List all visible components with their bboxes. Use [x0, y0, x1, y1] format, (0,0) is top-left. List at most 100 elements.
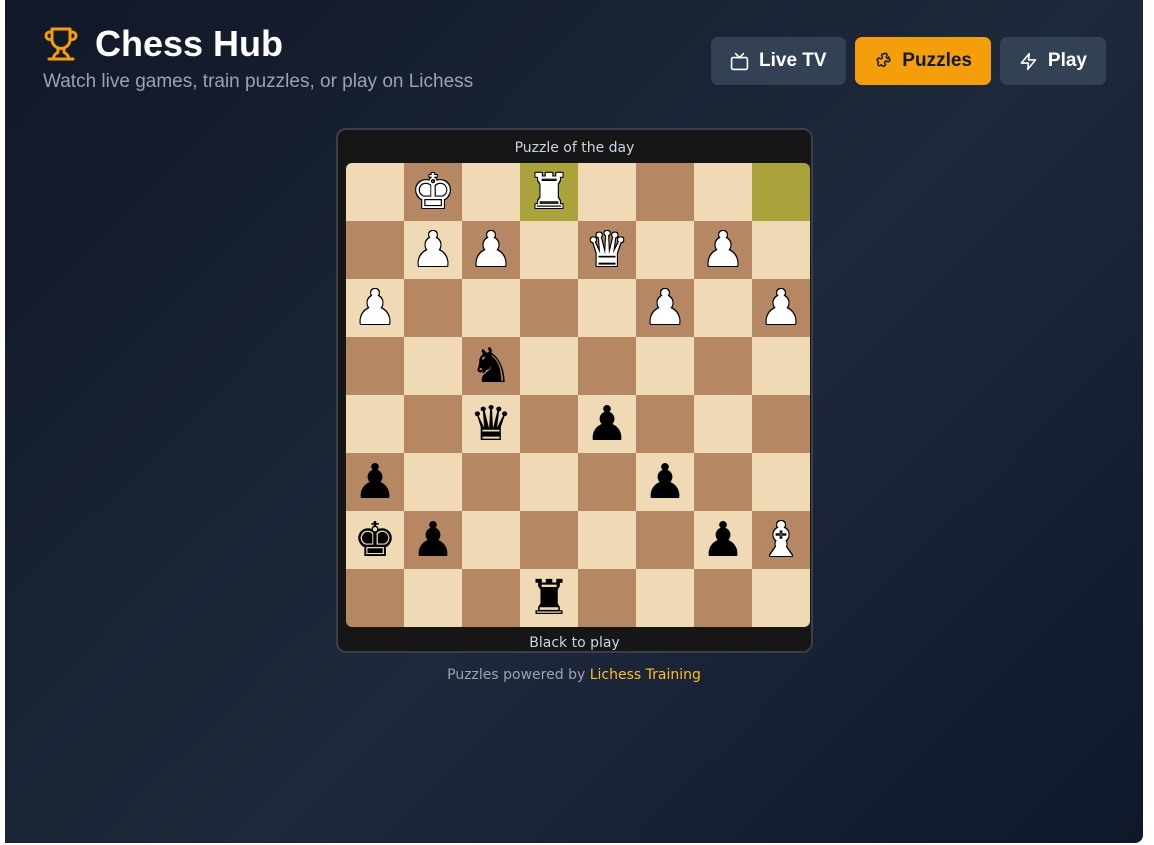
square-g1[interactable] [694, 569, 752, 627]
square-g3[interactable] [694, 453, 752, 511]
white-queen-icon[interactable]: ♛ [585, 221, 628, 279]
square-a3[interactable]: ♟ [346, 453, 404, 511]
square-f2[interactable] [636, 511, 694, 569]
square-h3[interactable] [752, 453, 810, 511]
square-c5[interactable]: ♞ [462, 337, 520, 395]
black-pawn-icon[interactable]: ♟ [585, 395, 628, 453]
black-pawn-icon[interactable]: ♟ [701, 511, 744, 569]
square-f7[interactable] [636, 221, 694, 279]
black-pawn-icon[interactable]: ♟ [411, 511, 454, 569]
square-b6[interactable] [404, 279, 462, 337]
live-tv-button[interactable]: Live TV [711, 37, 846, 85]
chess-board[interactable]: ♚ ♜ ♟ ♟ ♛ ♟ ♟ ♟ ♟ ♞ ♛ ♟ ♟ ♟ ♚ ♟ ♟ ♝ ♜ [346, 163, 810, 627]
play-button[interactable]: Play [1000, 37, 1106, 85]
square-h2[interactable]: ♝ [752, 511, 810, 569]
lichess-training-link[interactable]: Lichess Training [590, 667, 701, 683]
square-f1[interactable] [636, 569, 694, 627]
square-e4[interactable]: ♟ [578, 395, 636, 453]
square-c3[interactable] [462, 453, 520, 511]
page-subtitle: Watch live games, train puzzles, or play… [43, 71, 474, 92]
app-window: Chess Hub Watch live games, train puzzle… [5, 0, 1143, 843]
square-f5[interactable] [636, 337, 694, 395]
square-g5[interactable] [694, 337, 752, 395]
square-f8[interactable] [636, 163, 694, 221]
square-d7[interactable] [520, 221, 578, 279]
square-g8[interactable] [694, 163, 752, 221]
square-c4[interactable]: ♛ [462, 395, 520, 453]
black-king-icon[interactable]: ♚ [353, 511, 396, 569]
puzzle-icon [876, 51, 891, 67]
white-pawn-icon[interactable]: ♟ [643, 279, 686, 337]
square-d5[interactable] [520, 337, 578, 395]
square-a8[interactable] [346, 163, 404, 221]
square-c7[interactable]: ♟ [462, 221, 520, 279]
white-pawn-icon[interactable]: ♟ [701, 221, 744, 279]
square-a1[interactable] [346, 569, 404, 627]
square-d8[interactable]: ♜ [520, 163, 578, 221]
square-c1[interactable] [462, 569, 520, 627]
square-d3[interactable] [520, 453, 578, 511]
square-h5[interactable] [752, 337, 810, 395]
white-king-icon[interactable]: ♚ [411, 163, 454, 221]
square-h7[interactable] [752, 221, 810, 279]
square-e7[interactable]: ♛ [578, 221, 636, 279]
square-b3[interactable] [404, 453, 462, 511]
credit-prefix: Puzzles powered by [447, 667, 590, 683]
white-pawn-icon[interactable]: ♟ [759, 279, 802, 337]
square-a7[interactable] [346, 221, 404, 279]
square-b5[interactable] [404, 337, 462, 395]
white-bishop-icon[interactable]: ♝ [759, 511, 802, 569]
square-g2[interactable]: ♟ [694, 511, 752, 569]
square-c8[interactable] [462, 163, 520, 221]
white-pawn-icon[interactable]: ♟ [353, 279, 396, 337]
square-e3[interactable] [578, 453, 636, 511]
black-pawn-icon[interactable]: ♟ [643, 453, 686, 511]
puzzles-label: Puzzles [902, 50, 972, 71]
square-e1[interactable] [578, 569, 636, 627]
square-a6[interactable]: ♟ [346, 279, 404, 337]
square-e6[interactable] [578, 279, 636, 337]
black-rook-icon[interactable]: ♜ [527, 569, 570, 627]
square-a5[interactable] [346, 337, 404, 395]
square-c6[interactable] [462, 279, 520, 337]
puzzles-button[interactable]: Puzzles [855, 37, 991, 85]
play-label: Play [1047, 50, 1087, 71]
square-c2[interactable] [462, 511, 520, 569]
square-e8[interactable] [578, 163, 636, 221]
black-queen-icon[interactable]: ♛ [469, 395, 512, 453]
turn-indicator: Black to play [529, 635, 620, 651]
square-d1[interactable]: ♜ [520, 569, 578, 627]
square-b7[interactable]: ♟ [404, 221, 462, 279]
square-h1[interactable] [752, 569, 810, 627]
square-a4[interactable] [346, 395, 404, 453]
white-pawn-icon[interactable]: ♟ [469, 221, 512, 279]
white-rook-icon[interactable]: ♜ [527, 163, 570, 221]
credit-line: Puzzles powered by Lichess Training [5, 667, 1143, 683]
square-g4[interactable] [694, 395, 752, 453]
square-f6[interactable]: ♟ [636, 279, 694, 337]
black-pawn-icon[interactable]: ♟ [353, 453, 396, 511]
square-g7[interactable]: ♟ [694, 221, 752, 279]
trophy-icon [44, 27, 78, 61]
square-h6[interactable]: ♟ [752, 279, 810, 337]
square-f4[interactable] [636, 395, 694, 453]
square-a2[interactable]: ♚ [346, 511, 404, 569]
black-knight-icon[interactable]: ♞ [469, 337, 512, 395]
square-e5[interactable] [578, 337, 636, 395]
square-b1[interactable] [404, 569, 462, 627]
white-pawn-icon[interactable]: ♟ [411, 221, 454, 279]
square-b2[interactable]: ♟ [404, 511, 462, 569]
square-h8[interactable] [752, 163, 810, 221]
square-h4[interactable] [752, 395, 810, 453]
page-title: Chess Hub [95, 23, 284, 64]
square-f3[interactable]: ♟ [636, 453, 694, 511]
square-b4[interactable] [404, 395, 462, 453]
square-d2[interactable] [520, 511, 578, 569]
live-tv-label: Live TV [759, 50, 827, 71]
square-g6[interactable] [694, 279, 752, 337]
square-b8[interactable]: ♚ [404, 163, 462, 221]
square-d4[interactable] [520, 395, 578, 453]
puzzle-card: Puzzle of the day ♚ ♜ ♟ ♟ ♛ ♟ ♟ ♟ ♟ ♞ ♛ ♟ ♟ ♟ ♚ ♟ ♟ ♝ ♜ Bl… [336, 128, 813, 653]
square-d6[interactable] [520, 279, 578, 337]
square-e2[interactable] [578, 511, 636, 569]
